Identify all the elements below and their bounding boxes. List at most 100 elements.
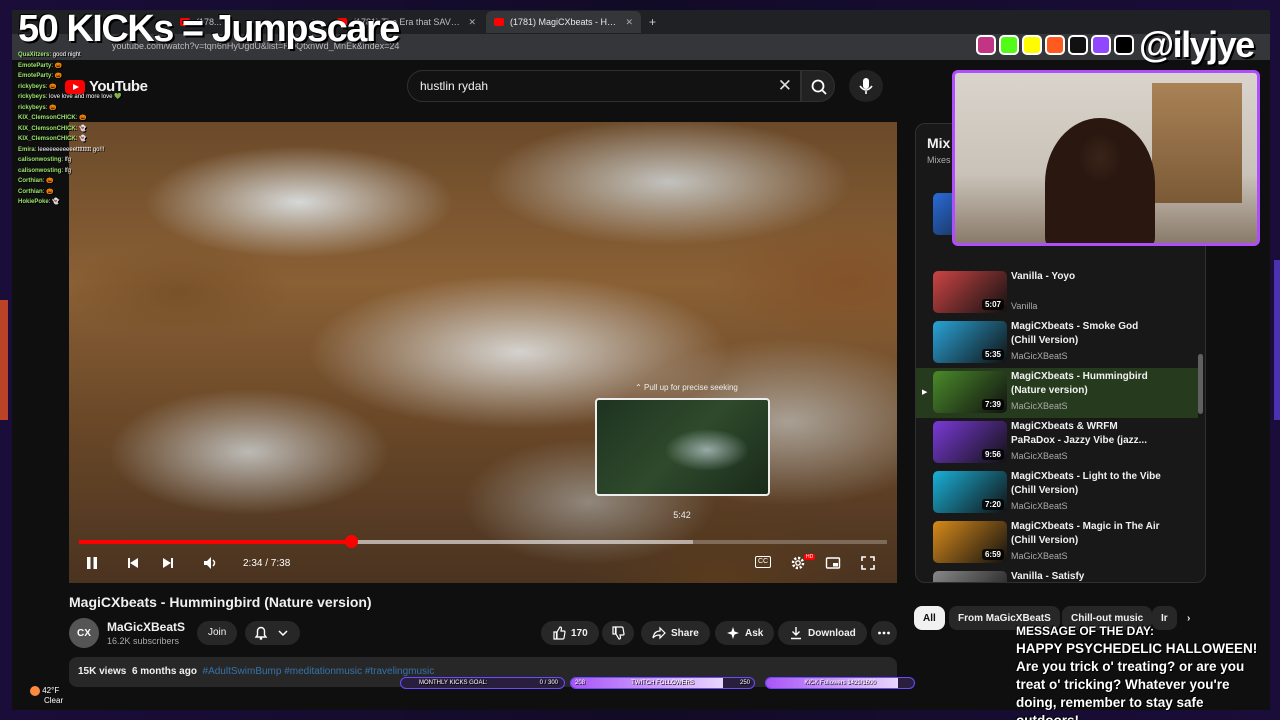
filter-chip[interactable]: All: [914, 606, 945, 630]
search-button[interactable]: [801, 70, 835, 102]
stream-chat: QuaXitzers: good night EmoteParty: 🎃 Emote…: [18, 50, 178, 208]
kicks-goal-bar: MONTHLY KICKS GOAL: 0 / 300: [400, 677, 565, 689]
chat-message: rickybeys: love love and more love 💚: [18, 92, 178, 103]
chat-text: : 🎃: [51, 73, 63, 79]
playlist-item-title[interactable]: MagiCXbeats & WRFM PaRaDox - Jazzy Vibe …: [1011, 420, 1161, 448]
like-button[interactable]: 170: [541, 621, 599, 645]
ask-label: Ask: [745, 627, 764, 639]
chat-message: Emira: leeeeeeeeeeettttttttt go!!!: [18, 145, 178, 156]
chat-message: EmoteParty: 🎃: [18, 71, 178, 82]
notifications-button[interactable]: [245, 621, 300, 645]
playlist-thumbnail[interactable]: 7:39: [933, 371, 1007, 413]
browser-tab-active[interactable]: (1781) MagiCXbeats - Hum ✕: [486, 11, 641, 33]
mix-title: Mix: [927, 135, 951, 151]
like-count: 170: [571, 627, 588, 639]
playlist-item-title[interactable]: Vanilla - Satisfy: [1011, 570, 1161, 582]
chat-username: KIX_ClemsonCHICK: [18, 115, 76, 121]
time-display: 2:34 / 7:38: [243, 558, 291, 569]
more-actions-button[interactable]: [871, 621, 897, 645]
motd-heading: MESSAGE OF THE DAY:: [1016, 624, 1155, 638]
video-frame-waterfall: [69, 122, 897, 583]
playlist-thumbnail[interactable]: 5:07: [933, 271, 1007, 313]
chat-username: rickybeys: [18, 104, 46, 111]
skip-previous-icon: [128, 558, 138, 568]
chat-text: : love love and more love 💚: [45, 94, 122, 100]
previous-button[interactable]: [126, 555, 140, 574]
chat-text: : 👻: [75, 125, 87, 132]
playlist-scrollbar[interactable]: [1198, 354, 1203, 414]
dislike-button[interactable]: [602, 621, 634, 645]
playlist-item-title[interactable]: MagiCXbeats - Hummingbird (Nature versio…: [1011, 370, 1161, 398]
microphone-icon: [859, 78, 873, 94]
fullscreen-button[interactable]: [860, 555, 876, 574]
chat-text: : 👻: [75, 136, 87, 142]
skip-next-icon: [163, 558, 173, 568]
playlist-thumbnail[interactable]: 7:20: [933, 471, 1007, 513]
weather-temp: 42°F: [42, 686, 60, 696]
playlist-duration: 6:59: [981, 549, 1004, 560]
share-label: Share: [671, 627, 699, 639]
chat-username: EmoteParty: [18, 62, 52, 69]
chat-text: : 🎃: [45, 104, 57, 111]
playlist-thumbnail[interactable]: 9:56: [933, 421, 1007, 463]
playlist-item[interactable]: 5:07 Vanilla - Yoyo Vanilla: [916, 268, 1198, 318]
upload-age: 6 months ago: [131, 666, 197, 677]
close-tab-icon[interactable]: ✕: [625, 17, 633, 28]
channel-avatar[interactable]: CX: [69, 618, 99, 648]
social-handles: @ilyjye: [976, 24, 1255, 66]
chat-username: Corthian: [18, 178, 43, 184]
playlist-item[interactable]: 5:35 MagiCXbeats - Smoke God (Chill Versi…: [916, 318, 1198, 368]
ask-button[interactable]: Ask: [715, 621, 775, 645]
playlist-duration: 5:35: [981, 349, 1004, 360]
progress-bar[interactable]: [79, 535, 887, 548]
next-button[interactable]: [161, 555, 175, 574]
view-count: 15K views: [78, 666, 127, 677]
chat-username: EmoteParty: [18, 73, 52, 79]
chat-text: : good night: [49, 52, 81, 58]
miniplayer-icon: [825, 557, 841, 569]
playlist-item-title[interactable]: MagiCXbeats - Magic in The Air (Chill Ve…: [1011, 520, 1161, 548]
hashtags[interactable]: #AdultSwimBump #meditationmusic #traveli…: [203, 666, 435, 677]
playlist-thumbnail[interactable]: 5:35: [933, 321, 1007, 363]
playlist-item-title[interactable]: MagiCXbeats - Light to the Vibe (Chill V…: [1011, 470, 1161, 498]
frame-glow-right: [1274, 260, 1280, 420]
playlist-item-channel: MaGicXBeatS: [1011, 401, 1068, 411]
volume-button[interactable]: [202, 555, 218, 574]
chat-text: : 🎃: [42, 178, 54, 184]
goal-label: KICK Followers 1429/1600: [804, 680, 876, 686]
streamer-handle: @ilyjye: [1139, 24, 1255, 65]
close-tab-icon[interactable]: ✕: [468, 17, 476, 28]
kick-icon: [999, 35, 1019, 55]
playlist-item-title[interactable]: Vanilla - Yoyo: [1011, 270, 1161, 284]
stream-goal-bars: MONTHLY KICKS GOAL: 0 / 300 208 TWITCH F…: [400, 677, 915, 691]
chat-text: : 🎃: [51, 62, 63, 69]
playlist-item[interactable]: 9:56 MagiCXbeats & WRFM PaRaDox - Jazzy V…: [916, 418, 1198, 468]
playlist-thumbnail[interactable]: 6:59: [933, 521, 1007, 563]
mix-subtitle: Mixes: [927, 155, 951, 165]
share-button[interactable]: Share: [641, 621, 710, 645]
playlist-item[interactable]: 7:20 MagiCXbeats - Light to the Vibe (Chi…: [916, 468, 1198, 518]
weather-widget: 42°F Clear: [30, 686, 63, 706]
chat-message: QuaXitzers: good night: [18, 50, 178, 61]
pause-button[interactable]: [85, 555, 99, 574]
download-button[interactable]: Download: [778, 621, 867, 645]
channel-name[interactable]: MaGicXBeatS: [107, 620, 185, 634]
chat-username: KIX_ClemsonCHICK: [18, 136, 76, 142]
playlist-item[interactable]: Vanilla - Satisfy: [916, 568, 1198, 582]
playlist-item[interactable]: 6:59 MagiCXbeats - Magic in The Air (Chil…: [916, 518, 1198, 568]
clear-search-icon[interactable]: ✕: [778, 76, 792, 96]
goal-label: TWITCH FOLLOWERS: [631, 680, 694, 686]
voice-search-button[interactable]: [849, 70, 883, 102]
video-player[interactable]: ⌃ Pull up for precise seeking 5:42 2:34 …: [69, 122, 897, 583]
new-tab-icon[interactable]: +: [649, 15, 656, 29]
search-box[interactable]: ✕: [407, 70, 801, 102]
playlist-item-title[interactable]: MagiCXbeats - Smoke God (Chill Version): [1011, 320, 1161, 348]
playlist-item[interactable]: ▶ 7:39 MagiCXbeats - Hummingbird (Nature v…: [916, 368, 1198, 418]
miniplayer-button[interactable]: [825, 555, 841, 574]
frame-glow-left: [0, 300, 8, 420]
captions-button[interactable]: CC: [755, 556, 771, 568]
weather-sun-icon: [30, 686, 40, 696]
join-button[interactable]: Join: [197, 621, 238, 645]
search-input[interactable]: [420, 79, 750, 93]
playlist-thumbnail[interactable]: [933, 571, 1007, 582]
